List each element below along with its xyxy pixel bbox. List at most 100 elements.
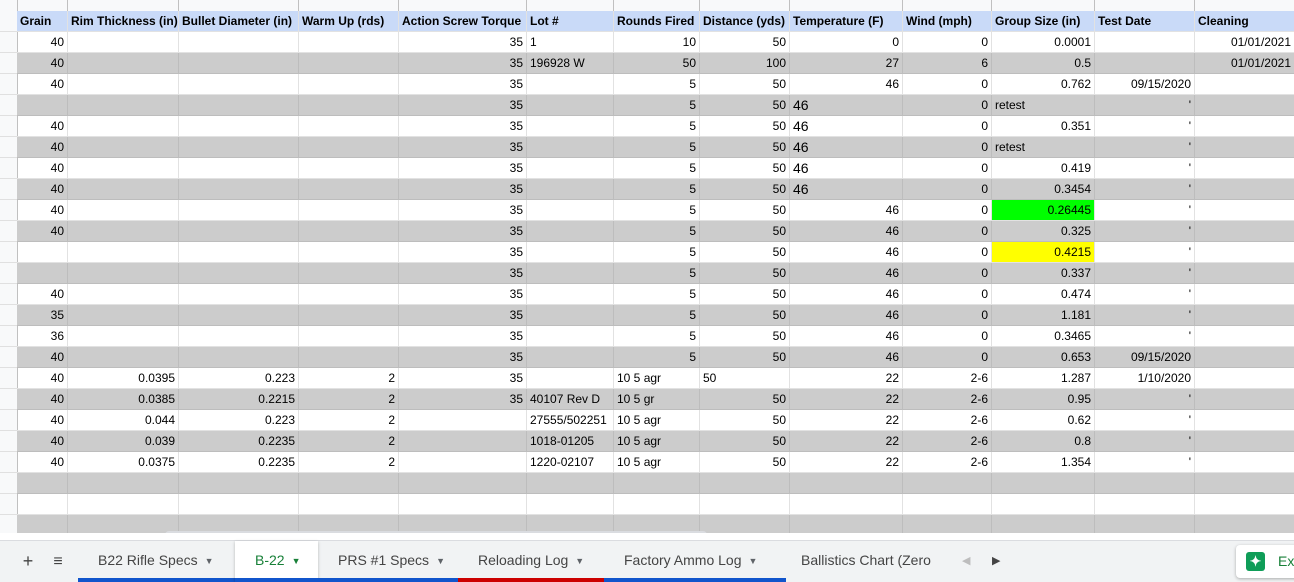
table-cell[interactable]: retest (992, 95, 1095, 116)
table-cell[interactable] (68, 200, 179, 221)
table-cell[interactable]: 10 5 agr (614, 452, 700, 473)
column-letter-header[interactable] (17, 0, 68, 11)
table-cell[interactable] (179, 116, 299, 137)
table-cell[interactable]: 40 (17, 32, 68, 53)
row-number[interactable] (0, 347, 17, 368)
table-cell[interactable]: 0 (790, 32, 903, 53)
table-cell[interactable] (299, 95, 399, 116)
table-cell[interactable]: ' (1095, 200, 1195, 221)
tab-menu-arrow-icon[interactable]: ▼ (292, 556, 301, 566)
column-letter-header[interactable] (299, 0, 399, 11)
table-cell[interactable]: 35 (399, 74, 527, 95)
table-cell[interactable]: 5 (614, 347, 700, 368)
table-cell[interactable]: 50 (700, 32, 790, 53)
table-cell[interactable] (179, 494, 299, 515)
table-cell[interactable] (179, 95, 299, 116)
table-cell[interactable]: 0.653 (992, 347, 1095, 368)
table-cell[interactable]: 22 (790, 452, 903, 473)
table-cell[interactable] (1095, 32, 1195, 53)
table-cell[interactable]: 5 (614, 284, 700, 305)
table-cell[interactable]: 46 (790, 116, 903, 137)
table-cell[interactable] (903, 494, 992, 515)
table-cell[interactable]: 50 (700, 116, 790, 137)
table-cell[interactable] (790, 515, 903, 533)
table-cell[interactable] (790, 473, 903, 494)
table-cell[interactable]: 0 (903, 74, 992, 95)
table-cell[interactable] (1195, 473, 1294, 494)
table-cell[interactable] (179, 74, 299, 95)
table-cell[interactable]: 40107 Rev D (527, 389, 614, 410)
table-cell[interactable]: ' (1095, 116, 1195, 137)
table-cell[interactable]: 0 (903, 284, 992, 305)
table-cell[interactable]: 5 (614, 200, 700, 221)
table-cell[interactable]: 5 (614, 137, 700, 158)
column-letter-header[interactable] (903, 0, 992, 11)
table-cell[interactable]: 2-6 (903, 368, 992, 389)
column-header[interactable]: Cleaning (1195, 11, 1294, 32)
table-cell[interactable]: 0 (903, 116, 992, 137)
table-cell[interactable] (68, 53, 179, 74)
table-cell[interactable] (17, 263, 68, 284)
table-cell[interactable] (299, 137, 399, 158)
table-cell[interactable] (299, 284, 399, 305)
table-cell[interactable]: 50 (700, 242, 790, 263)
row-number[interactable] (0, 452, 17, 473)
table-cell[interactable]: 0 (903, 347, 992, 368)
table-cell[interactable]: 0.0385 (68, 389, 179, 410)
row-number[interactable] (0, 179, 17, 200)
table-cell[interactable]: 5 (614, 263, 700, 284)
table-cell[interactable]: ' (1095, 389, 1195, 410)
table-cell[interactable] (1195, 158, 1294, 179)
table-cell[interactable]: 35 (399, 200, 527, 221)
table-cell[interactable] (399, 410, 527, 431)
table-cell[interactable]: 35 (399, 389, 527, 410)
table-cell[interactable]: 22 (790, 368, 903, 389)
column-letter-header[interactable] (790, 0, 903, 11)
table-cell[interactable] (399, 473, 527, 494)
table-cell[interactable]: 2 (299, 389, 399, 410)
table-cell[interactable]: 0.0375 (68, 452, 179, 473)
table-cell[interactable]: 0 (903, 95, 992, 116)
row-number[interactable] (0, 494, 17, 515)
column-letter-header[interactable] (992, 0, 1095, 11)
table-cell[interactable] (68, 263, 179, 284)
table-cell[interactable] (700, 515, 790, 533)
table-cell[interactable]: 0 (903, 200, 992, 221)
table-cell[interactable]: 0.4215 (992, 242, 1095, 263)
table-cell[interactable]: ' (1095, 452, 1195, 473)
table-cell[interactable] (527, 368, 614, 389)
table-cell[interactable]: 0.223 (179, 410, 299, 431)
table-cell[interactable]: 1 (527, 32, 614, 53)
table-cell[interactable]: ' (1095, 95, 1195, 116)
table-cell[interactable]: 35 (399, 368, 527, 389)
table-cell[interactable]: 35 (399, 179, 527, 200)
table-cell[interactable] (903, 473, 992, 494)
table-cell[interactable]: 46 (790, 158, 903, 179)
table-cell[interactable] (17, 242, 68, 263)
sheet-tab[interactable]: Ballistics Chart (Zero (786, 541, 946, 582)
table-cell[interactable]: 46 (790, 74, 903, 95)
table-cell[interactable]: 0 (903, 179, 992, 200)
column-letter-header[interactable] (527, 0, 614, 11)
table-cell[interactable]: 35 (399, 263, 527, 284)
table-cell[interactable]: 10 5 agr (614, 431, 700, 452)
table-cell[interactable]: 0.474 (992, 284, 1095, 305)
table-cell[interactable]: 50 (700, 200, 790, 221)
table-cell[interactable]: 35 (17, 305, 68, 326)
row-number[interactable] (0, 431, 17, 452)
table-cell[interactable]: 5 (614, 242, 700, 263)
table-cell[interactable] (527, 74, 614, 95)
table-cell[interactable]: 50 (700, 95, 790, 116)
table-cell[interactable] (992, 515, 1095, 533)
table-cell[interactable]: 35 (399, 116, 527, 137)
table-cell[interactable]: 40 (17, 116, 68, 137)
row-number[interactable] (0, 32, 17, 53)
table-cell[interactable]: 50 (700, 74, 790, 95)
table-cell[interactable]: ' (1095, 284, 1195, 305)
table-cell[interactable] (17, 494, 68, 515)
column-header[interactable]: Rim Thickness (in) (68, 11, 179, 32)
table-cell[interactable] (299, 221, 399, 242)
table-cell[interactable] (68, 242, 179, 263)
column-header[interactable]: Test Date (1095, 11, 1195, 32)
table-cell[interactable] (903, 515, 992, 533)
